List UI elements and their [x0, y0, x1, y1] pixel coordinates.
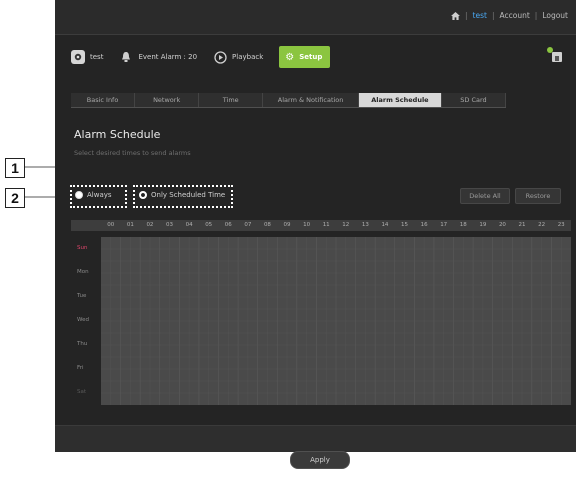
radio-always-label: Always [87, 191, 112, 199]
schedule-grid: 00 01 02 03 04 05 06 07 08 09 10 11 12 13 14 15 16 17 18 19… [71, 220, 571, 430]
hour-label[interactable]: 23 [551, 220, 571, 231]
separator: | [491, 11, 495, 20]
top-bar: | test | Account | Logout [55, 0, 576, 35]
main-nav: test Event Alarm : 20 Playback ⚙ Setup [71, 46, 531, 68]
hour-label[interactable]: 00 [101, 220, 121, 231]
schedule-cells[interactable] [101, 237, 571, 405]
logout-link[interactable]: Logout [542, 11, 568, 20]
callout-2: 2 [5, 188, 25, 208]
hour-label[interactable]: 22 [532, 220, 552, 231]
settings-tabs: Basic Info Network Time Alarm & Notifica… [71, 93, 507, 108]
hour-label[interactable]: 15 [395, 220, 415, 231]
hour-label[interactable]: 20 [493, 220, 513, 231]
hour-label[interactable]: 13 [356, 220, 376, 231]
day-label[interactable]: Mon [77, 269, 89, 275]
hour-label[interactable]: 08 [258, 220, 278, 231]
page-title: Alarm Schedule [74, 128, 161, 141]
hour-label[interactable]: 10 [297, 220, 317, 231]
home-icon[interactable] [451, 11, 460, 20]
radio-scheduled-dot[interactable] [139, 191, 147, 199]
hour-label[interactable]: 05 [199, 220, 219, 231]
hour-label[interactable]: 14 [375, 220, 395, 231]
hour-label[interactable]: 01 [121, 220, 141, 231]
nav-setup[interactable]: ⚙ Setup [279, 46, 331, 68]
grid-lines [101, 237, 571, 405]
tab-time[interactable]: Time [199, 93, 264, 107]
callout-1: 1 [5, 158, 25, 178]
play-icon [213, 50, 227, 64]
nav-event-alarm[interactable]: Event Alarm : 20 [119, 46, 197, 68]
hour-label[interactable]: 12 [336, 220, 356, 231]
hour-label[interactable]: 07 [238, 220, 258, 231]
gear-icon: ⚙ [285, 51, 295, 63]
radio-scheduled-label: Only Scheduled Time [151, 191, 226, 199]
apply-button[interactable]: Apply [290, 451, 350, 469]
user-link[interactable]: test [473, 11, 487, 20]
app-frame: | test | Account | Logout test Event Ala… [55, 0, 576, 452]
day-label[interactable]: Thu [77, 341, 87, 347]
tab-alarm-schedule[interactable]: Alarm Schedule [358, 93, 442, 107]
day-label[interactable]: Tue [77, 293, 86, 299]
hours-row: 00 01 02 03 04 05 06 07 08 09 10 11 12 13 14 15 16 17 18 19… [71, 220, 571, 231]
delete-all-button[interactable]: Delete All [460, 188, 510, 204]
separator: | [534, 11, 538, 20]
hour-label[interactable]: 11 [316, 220, 336, 231]
nav-camera[interactable]: test [71, 46, 103, 68]
hour-label[interactable]: 03 [160, 220, 180, 231]
page-subtitle: Select desired times to send alarms [74, 149, 191, 157]
restore-button[interactable]: Restore [515, 188, 561, 204]
tab-network[interactable]: Network [135, 93, 200, 107]
connection-status-icon[interactable] [546, 46, 564, 64]
day-label[interactable]: Fri [77, 365, 84, 371]
radio-scheduled[interactable]: Only Scheduled Time [139, 191, 225, 199]
radio-always[interactable]: Always [75, 191, 112, 199]
tab-basic-info[interactable]: Basic Info [71, 93, 136, 107]
nav-event-alarm-label: Event Alarm : 20 [138, 53, 198, 61]
hour-label[interactable]: 04 [179, 220, 199, 231]
hour-label[interactable]: 21 [512, 220, 532, 231]
nav-setup-label: Setup [299, 53, 323, 61]
radio-always-dot[interactable] [75, 191, 83, 199]
hour-label[interactable]: 16 [414, 220, 434, 231]
hour-label[interactable]: 18 [454, 220, 474, 231]
camera-icon [71, 50, 85, 64]
separator: | [465, 11, 468, 20]
day-label[interactable]: Sat [77, 389, 86, 395]
day-label[interactable]: Sun [77, 245, 87, 251]
hour-label[interactable]: 19 [473, 220, 493, 231]
hour-label[interactable]: 09 [277, 220, 297, 231]
nav-camera-label: test [90, 53, 104, 61]
hour-label[interactable]: 02 [140, 220, 160, 231]
tab-sd-card[interactable]: SD Card [441, 93, 507, 107]
footer-bar [55, 425, 576, 452]
account-link[interactable]: Account [499, 11, 529, 20]
hour-label[interactable]: 06 [219, 220, 239, 231]
day-label[interactable]: Wed [77, 317, 89, 323]
nav-playback[interactable]: Playback [213, 46, 263, 68]
hour-label[interactable]: 17 [434, 220, 454, 231]
nav-playback-label: Playback [232, 53, 264, 61]
top-links: | test | Account | Logout [451, 11, 568, 20]
tab-alarm-notification[interactable]: Alarm & Notification [263, 93, 359, 107]
alarm-bell-icon [119, 50, 133, 64]
